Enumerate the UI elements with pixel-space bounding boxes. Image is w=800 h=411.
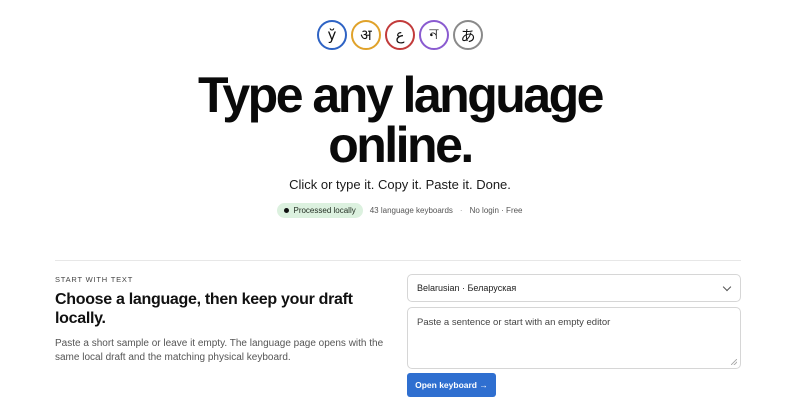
headline-line-2: online. [328, 117, 474, 173]
section-title: Choose a language, then keep your draft … [55, 291, 353, 327]
language-logo: ў अ ع ন あ [0, 20, 800, 50]
chevron-down-icon [722, 282, 732, 291]
status-badge-label: Processed locally [293, 206, 356, 215]
section-description: Paste a short sample or leave it empty. … [55, 338, 384, 363]
headline-line-1: Type any language [198, 67, 604, 123]
glyph-arabic: ع [385, 20, 415, 50]
section-eyebrow: START WITH TEXT [55, 275, 134, 284]
status-badge: Processed locally [277, 203, 363, 218]
keyboard-count: 43 language keyboards [369, 206, 453, 215]
resize-handle-icon[interactable] [731, 359, 737, 365]
glyph-hindi: अ [351, 20, 381, 50]
section-divider [55, 260, 741, 261]
page-title: Type any language online. [0, 70, 800, 170]
tagline: Click or type it. Copy it. Paste it. Don… [289, 177, 511, 192]
status-dot-icon [284, 208, 290, 213]
glyph-belarusian: ў [317, 20, 347, 50]
meta-row: Processed locally 43 language keyboards … [0, 203, 800, 218]
language-select-value: Belarusian · Беларуская [417, 283, 517, 293]
glyph-japanese: あ [453, 20, 483, 50]
glyph-bengali: ন [419, 20, 449, 50]
meta-separator: · [459, 206, 463, 215]
draft-input-placeholder: Paste a sentence or start with an empty … [417, 317, 611, 328]
language-select[interactable]: Belarusian · Беларуская [407, 274, 741, 302]
open-keyboard-button[interactable]: Open keyboard → [407, 373, 496, 397]
login-info: No login · Free [469, 206, 523, 215]
draft-input[interactable]: Paste a sentence or start with an empty … [407, 307, 741, 369]
